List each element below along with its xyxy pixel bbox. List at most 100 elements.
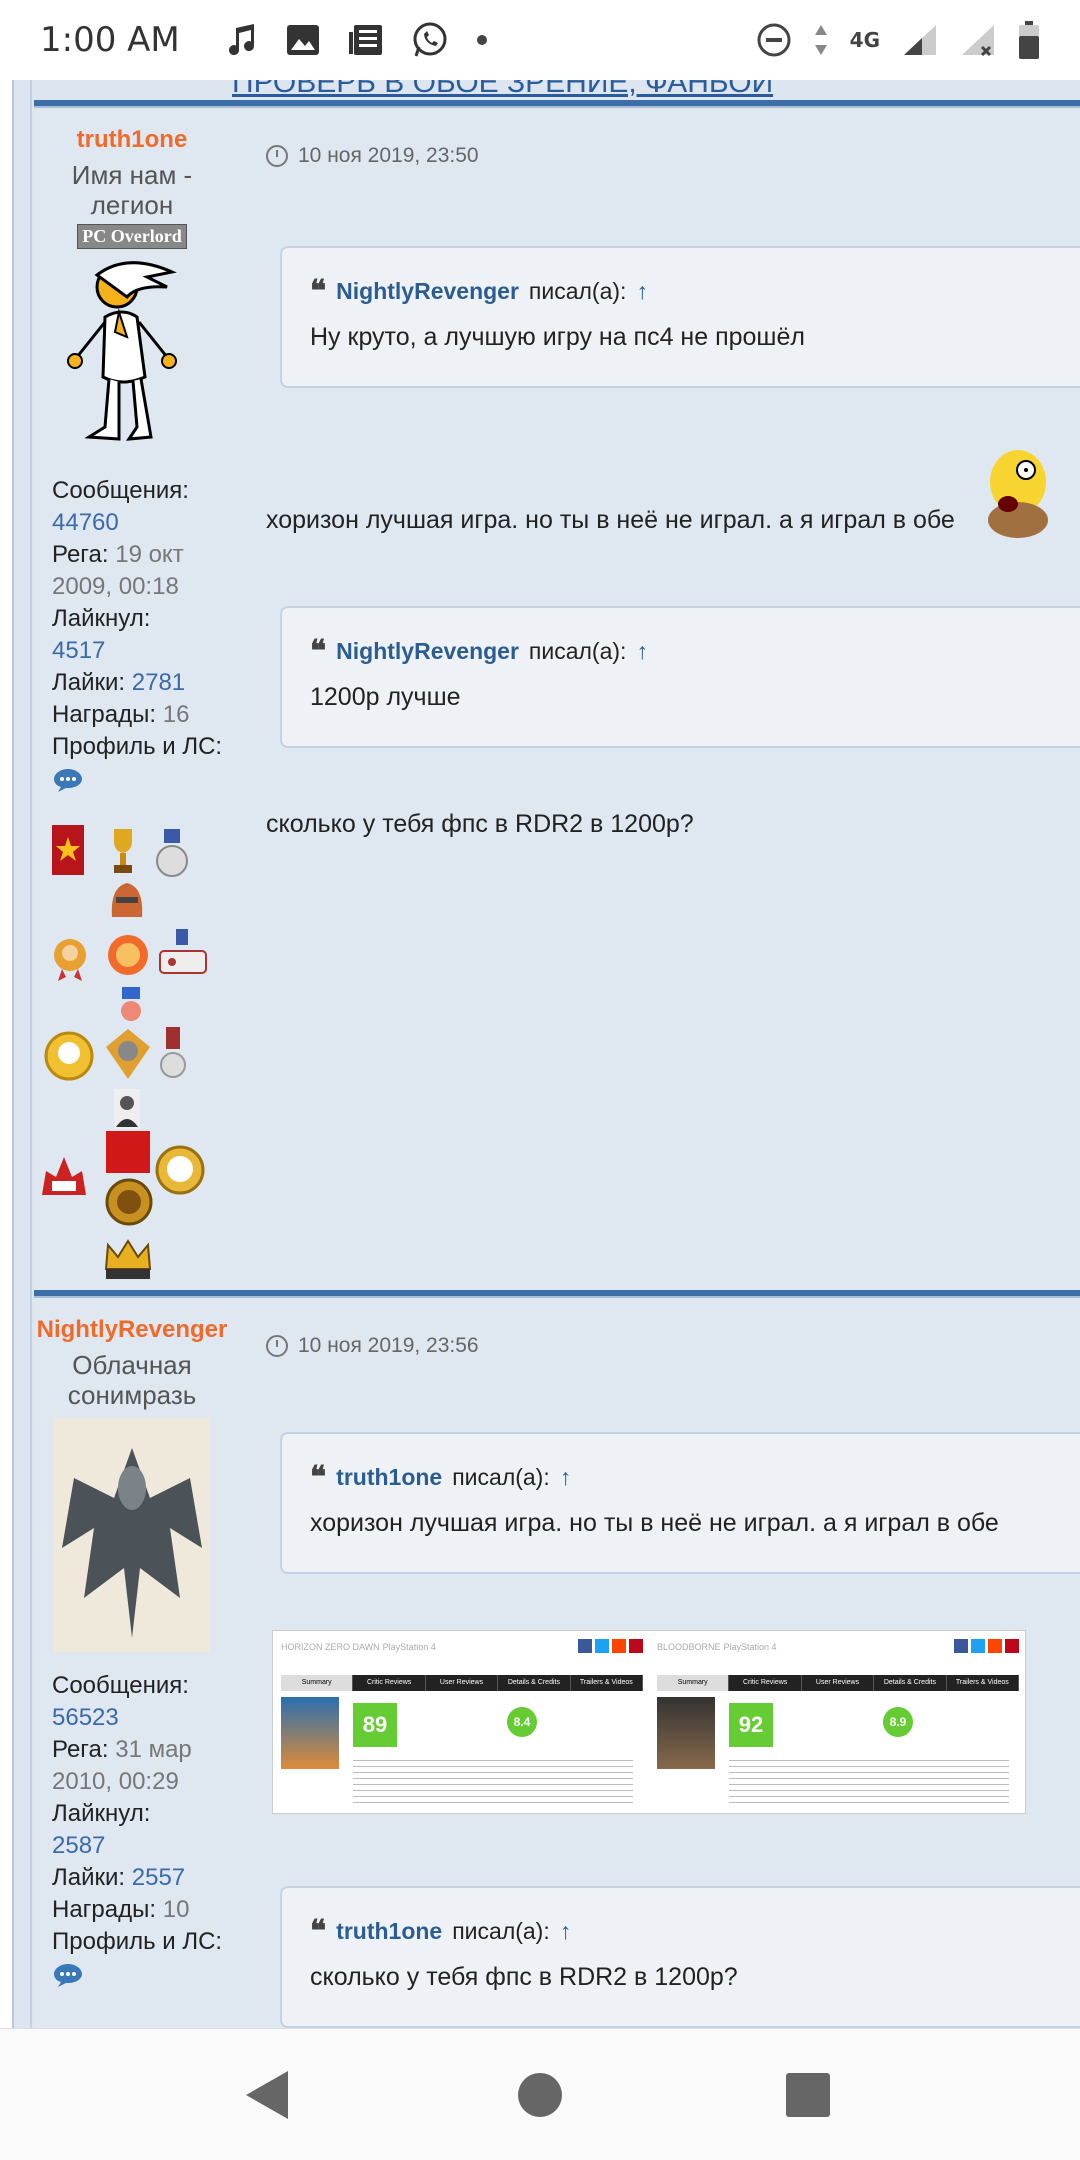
tab-user-reviews: User Reviews [426, 1675, 499, 1691]
game-platform: PlayStation 4 [723, 1642, 777, 1652]
back-icon[interactable] [244, 2069, 290, 2121]
rank-badge: PC Overlord [77, 224, 187, 249]
quote-author[interactable]: truth1one [336, 1918, 442, 1945]
tab-critic-reviews: Critic Reviews [353, 1675, 426, 1691]
quote-block: ❝ NightlyRevenger писал(а): ↑ 1200р лучш… [280, 606, 1080, 748]
face-medal-icon[interactable] [52, 933, 88, 983]
quote-block: ❝ NightlyRevenger писал(а): ↑ Ну круто, … [280, 246, 1080, 388]
smiley-medal-icon[interactable] [44, 1031, 94, 1081]
chat-bubble-icon[interactable] [52, 1962, 84, 1988]
quote-author[interactable]: NightlyRevenger [336, 638, 519, 665]
summary-text [729, 1755, 1009, 1803]
likes-count[interactable]: 2781 [132, 669, 185, 696]
signal-icon [904, 25, 936, 55]
post-date: 10 ноя 2019, 23:56 [266, 1334, 479, 1358]
crown-medal-icon[interactable] [102, 1237, 154, 1281]
quote-jump-link[interactable]: ↑ [636, 638, 648, 665]
red-ribbon-medal-icon[interactable] [100, 1131, 156, 1177]
ribbon-medal-icon[interactable] [158, 1027, 188, 1081]
quote-icon: ❝ [310, 1459, 327, 1495]
liked-label: Лайкнул: [52, 1800, 151, 1827]
author-stats: Сообщения: 44760 Рега: 19 окт 2009, 00:18… [34, 475, 230, 795]
liked-count[interactable]: 4517 [52, 637, 105, 664]
awards-count: 16 [162, 701, 190, 728]
chat-bubble-icon[interactable] [52, 767, 84, 793]
image-icon [287, 25, 319, 55]
quote-icon: ❝ [310, 1913, 327, 1949]
octopus-medal-icon[interactable] [116, 987, 146, 1031]
quote-jump-link[interactable]: ↑ [636, 278, 648, 305]
metacritic-tabs: Summary Critic Reviews User Reviews Deta… [657, 1675, 1020, 1691]
metacritic-card: BLOODBORNE PlayStation 4 Summary Critic … [657, 1639, 1020, 1805]
data-arrows-icon [814, 25, 827, 55]
metacritic-tabs: Summary Critic Reviews User Reviews Deta… [281, 1675, 644, 1691]
sun-medal-icon[interactable] [104, 931, 152, 979]
post-date: 10 ноя 2019, 23:50 [266, 144, 479, 168]
quote-text: сколько у тебя фпс в RDR2 в 1200р? [310, 1963, 738, 1991]
liked-label: Лайкнул: [52, 605, 151, 632]
avatar[interactable] [54, 1418, 210, 1652]
tab-trailers: Trailers & Videos [947, 1675, 1020, 1691]
tab-details: Details & Credits [874, 1675, 947, 1691]
network-type: 4G [849, 28, 880, 52]
user-score: 8.4 [507, 1707, 537, 1737]
page-rail-line [30, 80, 32, 2028]
quote-said: писал(а): [528, 278, 627, 304]
recent-apps-icon[interactable] [786, 2073, 830, 2117]
author-rank: Имя нам - легион [71, 160, 193, 220]
author-name[interactable]: NightlyRevenger [34, 1316, 230, 1344]
quote-author[interactable]: truth1one [336, 1464, 442, 1491]
user-score: 8.9 [883, 1707, 913, 1737]
author-stats: Сообщения: 56523 Рега: 31 мар 2010, 00:29… [34, 1670, 230, 1990]
do-not-disturb-icon [757, 23, 791, 57]
metacritic-screenshot[interactable]: HORIZON ZERO DAWN PlayStation 4 Summary … [272, 1630, 1026, 1814]
quote-said: писал(а): [528, 638, 627, 664]
post-date-text: 10 ноя 2019, 23:56 [298, 1334, 479, 1357]
game-cover [281, 1697, 339, 1769]
forum-page[interactable]: ПРОВЕРЬ В ОБОЕ ЗРЕНИЕ, ФАНБОИ truth1one … [0, 80, 1080, 2028]
music-icon [229, 24, 255, 56]
messages-count[interactable]: 44760 [52, 509, 119, 536]
avatar[interactable] [57, 257, 207, 457]
gamepad-medal-icon[interactable] [158, 929, 208, 977]
author-name[interactable]: truth1one [34, 126, 230, 154]
metascore: 92 [729, 1703, 773, 1747]
gold-orb-medal-icon[interactable] [104, 1177, 154, 1227]
shield-medal-icon[interactable] [104, 1027, 152, 1081]
portrait-medal-icon[interactable] [108, 1087, 146, 1131]
awards-label: Награды: [52, 701, 157, 728]
reg-label: Рега: [52, 1736, 109, 1763]
trophy-icon[interactable] [110, 827, 136, 875]
profile-label: Профиль и ЛС: [52, 1928, 223, 1955]
trollface-gold-medal-icon[interactable] [154, 1145, 206, 1195]
castle-medal-icon[interactable] [38, 1147, 90, 1197]
profile-label: Профиль и ЛС: [52, 733, 223, 760]
metacritic-card: HORIZON ZERO DAWN PlayStation 4 Summary … [281, 1639, 644, 1805]
quote-jump-link[interactable]: ↑ [560, 1464, 572, 1491]
trollface-medal-icon[interactable] [152, 829, 192, 879]
page-left-rail [0, 80, 14, 2028]
awards-count: 10 [162, 1896, 190, 1923]
likes-label: Лайки: [52, 669, 126, 696]
share-icons [954, 1639, 1019, 1653]
post-divider [34, 100, 1080, 108]
knight-helmet-icon[interactable] [106, 877, 148, 923]
quote-jump-link[interactable]: ↑ [560, 1918, 572, 1945]
post-text: сколько у тебя фпс в RDR2 в 1200р? [266, 810, 694, 838]
home-icon[interactable] [518, 2073, 562, 2117]
battery-icon [1019, 21, 1039, 59]
star-medal-icon[interactable] [50, 825, 86, 875]
quote-author[interactable]: NightlyRevenger [336, 278, 519, 305]
reg-label: Рега: [52, 541, 109, 568]
game-title: HORIZON ZERO DAWN [281, 1642, 380, 1652]
quote-icon: ❝ [310, 273, 327, 309]
post-author-panel: NightlyRevenger Облачная сонимразь Сообщ… [34, 1298, 230, 1990]
messages-count[interactable]: 56523 [52, 1704, 119, 1731]
likes-count[interactable]: 2557 [132, 1864, 185, 1891]
navigation-bar [0, 2028, 1080, 2160]
liked-count[interactable]: 2587 [52, 1832, 105, 1859]
quote-block: ❝ truth1one писал(а): ↑ хоризон лучшая и… [280, 1432, 1080, 1574]
thread-title-link[interactable]: ПРОВЕРЬ В ОБОЕ ЗРЕНИЕ, ФАНБОИ [232, 80, 773, 100]
post-text: хоризон лучшая игра. но ты в неё не игра… [266, 506, 955, 534]
quote-text: 1200р лучше [310, 683, 461, 711]
